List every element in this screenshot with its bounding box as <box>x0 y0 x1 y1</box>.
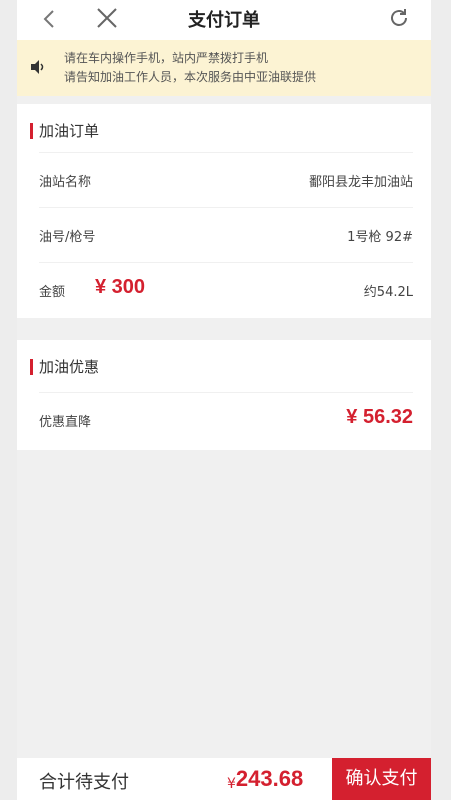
discount-row: 优惠直降 ¥ 56.32 <box>39 392 413 449</box>
nav-bar: 支付订单 <box>17 0 431 40</box>
order-section-header: 加油订单 <box>17 104 431 156</box>
station-label: 油站名称 <box>39 175 92 190</box>
section-marker <box>30 359 33 375</box>
volume-value: 约54.2L <box>363 285 413 300</box>
amount-value: ¥ 300 <box>95 276 146 298</box>
notice-line-1: 请在车内操作手机，站内严禁拨打手机 <box>64 51 269 65</box>
discount-label: 优惠直降 <box>39 415 92 430</box>
currency-symbol: ¥ <box>227 776 236 792</box>
station-value: 鄱阳县龙丰加油站 <box>308 175 413 190</box>
order-section-title: 加油订单 <box>39 122 100 140</box>
safety-notice: 请在车内操作手机，站内严禁拨打手机 请告知加油工作人员，本次服务由中亚油联提供 <box>17 40 431 96</box>
station-row: 油站名称 鄱阳县龙丰加油站 <box>39 152 413 209</box>
section-marker <box>30 123 33 139</box>
order-card: 加油订单 油站名称 鄱阳县龙丰加油站 油号/枪号 1号枪 92# 金额 ¥ 30… <box>17 104 431 318</box>
speaker-icon <box>29 58 47 76</box>
notice-text: 请在车内操作手机，站内严禁拨打手机 请告知加油工作人员，本次服务由中亚油联提供 <box>64 49 316 87</box>
refresh-icon <box>391 9 407 26</box>
total-label: 合计待支付 <box>39 772 129 793</box>
refresh-button[interactable] <box>387 6 411 30</box>
page-title: 支付订单 <box>188 10 260 31</box>
fuel-value: 1号枪 92# <box>347 230 413 245</box>
confirm-pay-button[interactable]: 确认支付 <box>332 758 431 800</box>
notice-line-2: 请告知加油工作人员，本次服务由中亚油联提供 <box>64 70 317 84</box>
fuel-row: 油号/枪号 1号枪 92# <box>39 207 413 264</box>
app-frame: 支付订单 请在车内操作手机，站内严禁拨打手机 请告知加油工作人员，本次服务由中亚… <box>17 0 431 800</box>
amount-label: 金额 <box>39 285 66 300</box>
discount-section-title: 加油优惠 <box>39 358 100 376</box>
total-price: ¥243.68 <box>227 766 303 792</box>
discount-value: ¥ 56.32 <box>346 406 413 428</box>
discount-section-header: 加油优惠 <box>17 340 431 392</box>
fuel-label: 油号/枪号 <box>39 230 96 245</box>
total-amount: 243.68 <box>235 766 304 791</box>
discount-card: 加油优惠 优惠直降 ¥ 56.32 <box>17 340 431 450</box>
bottom-pay-bar: 合计待支付 ¥243.68 确认支付 <box>17 758 431 800</box>
amount-row: 金额 ¥ 300 约54.2L <box>39 262 413 319</box>
